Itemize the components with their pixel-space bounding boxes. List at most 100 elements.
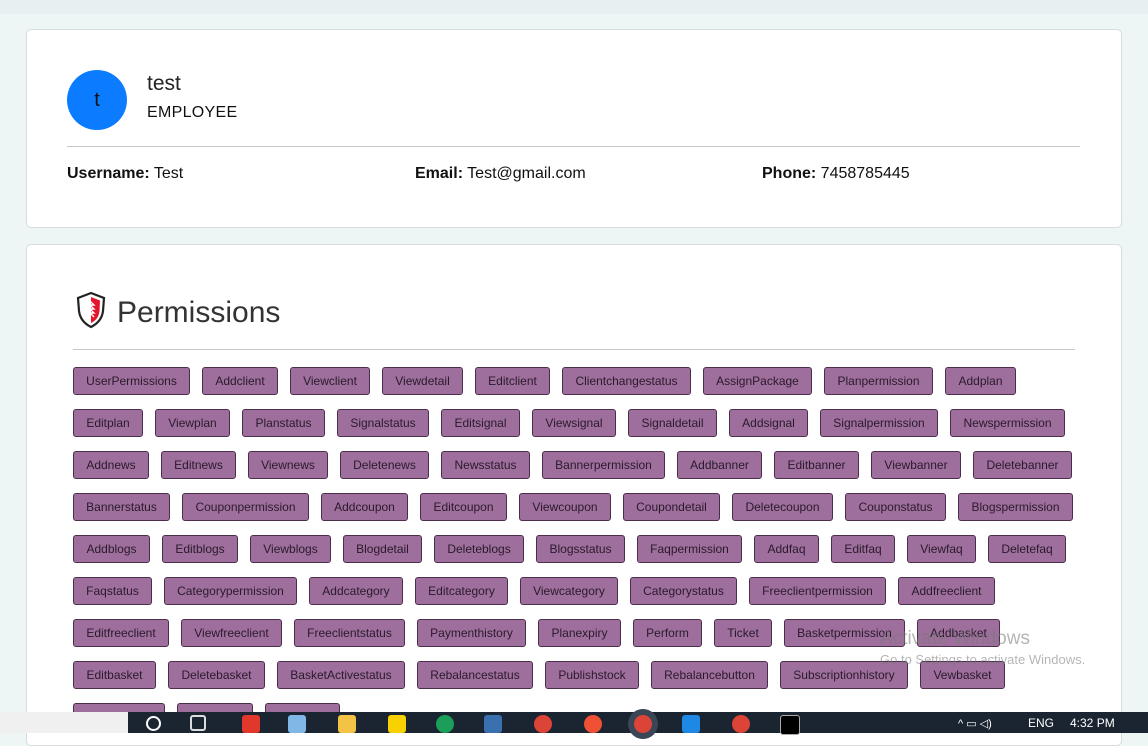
permission-chip[interactable]: Signalstatus [337,409,429,437]
system-tray-icons[interactable]: ^ ▭ ◁) [958,717,1018,730]
permission-chip[interactable]: Perform [633,619,702,647]
permission-chip[interactable]: Planstatus [242,409,325,437]
language-indicator[interactable]: ENG [1028,716,1054,730]
permission-chip[interactable]: Addcategory [309,577,403,605]
permission-chip[interactable]: Viewnews [248,451,328,479]
email-value: Test@gmail.com [467,165,586,182]
chrome-active-icon[interactable] [634,715,652,733]
permission-chip[interactable]: Paymenthistory [417,619,526,647]
permission-chip[interactable]: Rebalancestatus [417,661,533,689]
permission-chip[interactable]: Viewdetail [382,367,463,395]
permission-chip[interactable]: Couponstatus [845,493,946,521]
file-explorer-icon[interactable] [338,715,356,733]
permission-chip[interactable]: Viewcoupon [519,493,611,521]
permission-chip[interactable]: Viewsignal [532,409,616,437]
permission-chip[interactable]: Viewclient [290,367,370,395]
permission-chip[interactable]: Viewblogs [250,535,331,563]
username-info: Username: Test [67,165,183,183]
permission-chip[interactable]: Publishstock [545,661,639,689]
app-icon-network[interactable] [484,715,502,733]
permission-chip[interactable]: Deletenews [340,451,429,479]
permission-chip[interactable]: UserPermissions [73,367,190,395]
profile-divider [67,146,1080,147]
permission-chip[interactable]: Planpermission [824,367,933,395]
permission-chip[interactable]: Editplan [73,409,143,437]
permission-chip[interactable]: Deletefaq [988,535,1066,563]
chrome-icon-2[interactable] [732,715,750,733]
permission-chip[interactable]: Editfreeclient [73,619,169,647]
permission-chip[interactable]: Viewcategory [520,577,618,605]
permission-chip[interactable]: Editsignal [441,409,520,437]
permission-chip[interactable]: Planexpiry [538,619,621,647]
app-icon-green[interactable] [436,715,454,733]
permission-chip[interactable]: BasketActivestatus [277,661,405,689]
permission-chip[interactable]: Faqstatus [73,577,152,605]
permission-chip[interactable]: Newsstatus [441,451,530,479]
permission-chip[interactable]: Couponpermission [182,493,309,521]
permission-chip[interactable]: Addnews [73,451,149,479]
top-strip [0,0,1148,14]
app-icon-clipboard[interactable] [288,715,306,733]
permission-chip[interactable]: Categorystatus [630,577,737,605]
phone-info: Phone: 7458785445 [762,165,910,183]
vscode-icon[interactable] [682,715,700,733]
phone-label: Phone: [762,165,817,182]
permission-chip[interactable]: Addfaq [754,535,819,563]
profile-name: test [147,72,181,95]
permission-chip[interactable]: Blogsstatus [536,535,625,563]
permission-chip[interactable]: Signalpermission [820,409,938,437]
permission-chip[interactable]: Coupondetail [623,493,720,521]
permission-chip[interactable]: Deletebanner [973,451,1072,479]
sticky-notes-icon[interactable] [388,715,406,733]
email-info: Email: Test@gmail.com [415,165,586,183]
permission-chip[interactable]: Faqpermission [637,535,742,563]
permission-chip[interactable]: Deletebasket [168,661,265,689]
clock-time[interactable]: 4:32 PM [1070,716,1115,730]
permission-chip[interactable]: Editclient [475,367,550,395]
git-icon[interactable] [584,715,602,733]
permission-chip[interactable]: Addclient [202,367,278,395]
permission-chip[interactable]: Viewplan [155,409,230,437]
permission-chip[interactable]: Editnews [161,451,236,479]
permission-chip[interactable]: Addblogs [73,535,150,563]
permission-chip[interactable]: Addsignal [729,409,808,437]
permission-chip[interactable]: Addplan [945,367,1016,395]
permission-chip[interactable]: Editfaq [831,535,895,563]
permission-chip[interactable]: Deletecoupon [732,493,833,521]
terminal-icon[interactable] [780,715,800,735]
permission-chip[interactable]: Rebalancebutton [651,661,768,689]
permission-chip[interactable]: Addcoupon [321,493,408,521]
permission-chip[interactable]: Addbanner [677,451,762,479]
task-view-icon[interactable] [190,715,206,731]
permission-chip[interactable]: Editbanner [774,451,859,479]
permission-chip[interactable]: Blogdetail [343,535,422,563]
permission-chip[interactable]: Viewfaq [907,535,976,563]
permission-chip[interactable]: Editcategory [415,577,508,605]
permission-chip[interactable]: Editbasket [73,661,156,689]
permission-chip[interactable]: Freeclientpermission [749,577,886,605]
permission-chip[interactable]: Blogspermission [958,493,1073,521]
phone-value: 7458785445 [820,165,910,182]
permission-chip[interactable]: Signaldetail [628,409,717,437]
permission-chip[interactable]: Bannerpermission [542,451,665,479]
permission-chip[interactable]: Editblogs [162,535,238,563]
permission-chip[interactable]: Newspermission [950,409,1065,437]
permission-chip[interactable]: Viewfreeclient [181,619,282,647]
permission-chip[interactable]: Categorypermission [164,577,297,605]
permission-chip[interactable]: Clientchangestatus [562,367,691,395]
activate-windows-watermark: Activate Windows Go to Settings to activ… [880,628,1085,667]
app-icon-red[interactable] [242,715,260,733]
permission-chip[interactable]: Editcoupon [420,493,507,521]
search-icon[interactable] [146,716,161,731]
permission-chip[interactable]: Ticket [714,619,772,647]
permission-chip[interactable]: Freeclientstatus [294,619,405,647]
permission-chip[interactable]: AssignPackage [703,367,812,395]
permission-chip[interactable]: Bannerstatus [73,493,170,521]
avatar: t [67,70,127,130]
watermark-line1: Activate Windows [880,628,1030,649]
permission-chip[interactable]: Addfreeclient [898,577,995,605]
permission-chip[interactable]: Viewbanner [871,451,961,479]
horizontal-scrollbar[interactable] [0,712,128,733]
permission-chip[interactable]: Deleteblogs [434,535,524,563]
chrome-icon[interactable] [534,715,552,733]
